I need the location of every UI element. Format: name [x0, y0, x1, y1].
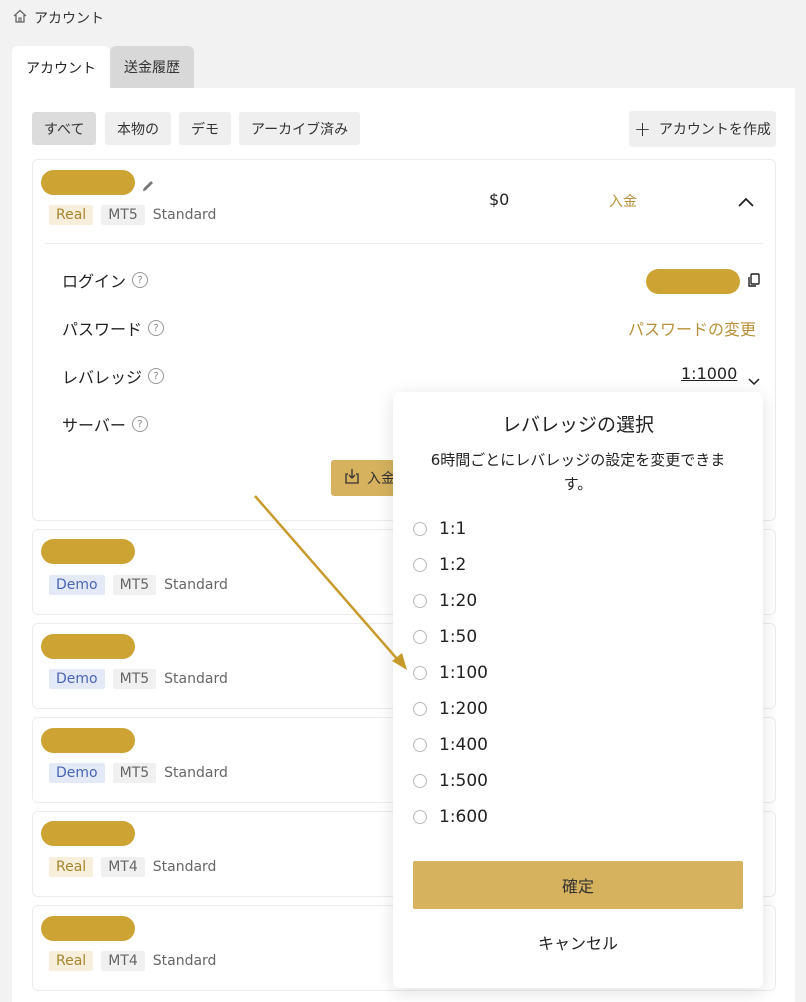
account-tags: Real MT5 Standard	[49, 205, 223, 225]
radio-button[interactable]	[413, 810, 427, 824]
deposit-icon	[345, 468, 359, 488]
account-tags: Demo MT5 Standard	[49, 575, 235, 595]
radio-button[interactable]	[413, 594, 427, 608]
radio-button[interactable]	[413, 702, 427, 716]
plan-label: Standard	[152, 859, 217, 875]
radio-button[interactable]	[413, 666, 427, 680]
account-type-badge: Demo	[49, 575, 105, 595]
account-tags: Real MT4 Standard	[49, 951, 223, 971]
account-type-badge: Real	[49, 205, 94, 225]
confirm-button[interactable]: 確定	[413, 861, 743, 909]
account-type-badge: Real	[49, 951, 94, 971]
filter-demo[interactable]: デモ	[179, 112, 231, 145]
leverage-option[interactable]: 1:50	[413, 627, 477, 647]
edit-icon[interactable]	[140, 178, 156, 198]
plan-label: Standard	[164, 577, 228, 593]
account-type-badge: Real	[49, 857, 94, 877]
account-tags: Demo MT5 Standard	[49, 763, 235, 783]
leverage-option[interactable]: 1:1	[413, 519, 466, 539]
platform-badge: MT5	[101, 205, 145, 225]
plus-icon: +	[634, 117, 651, 141]
account-name-redacted	[41, 821, 135, 846]
leverage-option[interactable]: 1:600	[413, 807, 488, 827]
filter-real[interactable]: 本物の	[105, 112, 171, 145]
cancel-button[interactable]: キャンセル	[413, 924, 743, 960]
leverage-row-label: レバレッジ ?	[62, 364, 165, 388]
radio-button[interactable]	[413, 774, 427, 788]
platform-badge: MT4	[101, 951, 145, 971]
help-icon[interactable]: ?	[148, 368, 165, 384]
leverage-option[interactable]: 1:400	[413, 735, 488, 755]
login-id-redacted	[646, 269, 740, 294]
account-balance: $0	[489, 190, 510, 209]
chevron-up-icon[interactable]	[737, 193, 755, 212]
platform-badge: MT5	[112, 669, 157, 689]
account-tags: Demo MT5 Standard	[49, 669, 235, 689]
account-name-redacted	[41, 728, 135, 753]
platform-badge: MT5	[112, 763, 157, 783]
breadcrumb: アカウント	[12, 8, 104, 28]
help-icon[interactable]: ?	[131, 416, 148, 432]
filter-all[interactable]: すべて	[32, 112, 97, 145]
chevron-down-icon[interactable]	[747, 371, 761, 390]
account-type-badge: Demo	[49, 669, 105, 689]
account-name-redacted	[41, 634, 135, 659]
modal-description: 6時間ごとにレバレッジの設定を変更できます。	[430, 451, 726, 493]
radio-button[interactable]	[413, 630, 427, 644]
radio-button[interactable]	[413, 738, 427, 752]
radio-button[interactable]	[413, 558, 427, 572]
server-row-label: サーバー ?	[62, 412, 148, 436]
plan-label: Standard	[164, 671, 228, 687]
leverage-option[interactable]: 1:20	[413, 591, 477, 611]
account-name-redacted	[41, 916, 135, 941]
leverage-option[interactable]: 1:500	[413, 771, 488, 791]
platform-badge: MT5	[112, 575, 157, 595]
leverage-option[interactable]: 1:2	[413, 555, 466, 575]
copy-icon[interactable]	[746, 272, 762, 292]
plan-label: Standard	[152, 207, 217, 223]
leverage-modal: レバレッジの選択 6時間ごとにレバレッジの設定を変更できます。 1:1 1:2 …	[393, 392, 763, 988]
filter-archived[interactable]: アーカイブ済み	[239, 112, 361, 145]
home-icon[interactable]	[12, 8, 28, 28]
plan-label: Standard	[164, 765, 228, 781]
deposit-link[interactable]: 入金	[609, 191, 637, 211]
help-icon[interactable]: ?	[132, 272, 149, 288]
create-account-button[interactable]: + アカウントを作成	[629, 111, 776, 147]
account-name-redacted	[41, 170, 135, 195]
modal-title: レバレッジの選択	[501, 414, 654, 436]
account-type-badge: Demo	[49, 763, 105, 783]
tab-transfer-history[interactable]: 送金履歴	[110, 46, 194, 88]
breadcrumb-label: アカウント	[34, 11, 104, 27]
plan-label: Standard	[152, 953, 217, 969]
tab-accounts[interactable]: アカウント	[12, 46, 110, 90]
radio-button[interactable]	[413, 522, 427, 536]
leverage-option[interactable]: 1:100	[413, 663, 488, 683]
account-tags: Real MT4 Standard	[49, 857, 223, 877]
help-icon[interactable]: ?	[148, 320, 165, 336]
password-row-label: パスワード ?	[62, 316, 165, 340]
login-row-label: ログイン ?	[62, 268, 149, 292]
divider	[45, 243, 763, 244]
platform-badge: MT4	[101, 857, 145, 877]
leverage-option[interactable]: 1:200	[413, 699, 488, 719]
leverage-selector[interactable]: 1:1000	[681, 364, 737, 383]
change-password-link[interactable]: パスワードの変更	[628, 316, 756, 340]
account-name-redacted	[41, 539, 135, 564]
